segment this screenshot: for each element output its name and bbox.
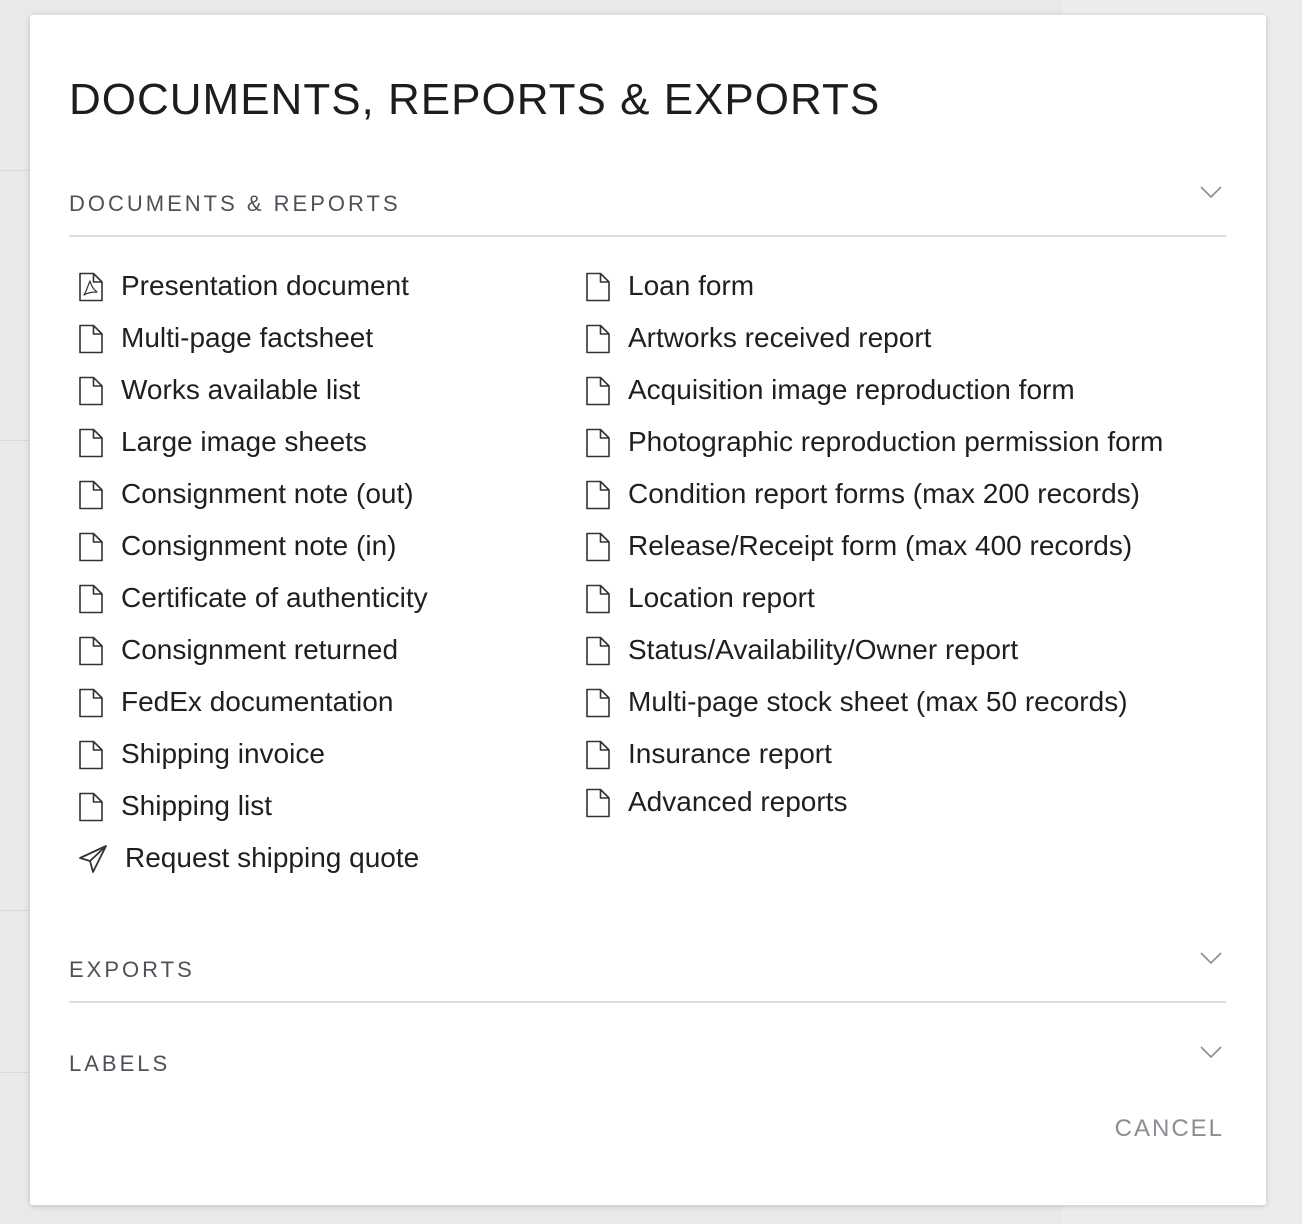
documents-reports-exports-dialog: DOCUMENTS, REPORTS & EXPORTS DOCUMENTS &… [30,15,1266,1205]
section-label-labels: LABELS [69,1051,171,1076]
document-item[interactable]: FedEx documentation [78,685,428,737]
file-icon [78,792,104,822]
file-icon [78,532,104,562]
background-divider [0,1072,30,1073]
file-icon [585,740,611,770]
documents-column-right: Loan form Artworks received report Acquisi… [585,269,1163,833]
document-item[interactable]: Photographic reproduction permission for… [585,425,1163,477]
document-item[interactable]: Insurance report [585,737,1163,785]
file-icon [585,584,611,614]
document-item[interactable]: Location report [585,581,1163,633]
document-item-label: Consignment returned [121,634,399,665]
file-icon [585,272,611,302]
document-item[interactable]: Shipping invoice [78,737,428,789]
section-label-documents-reports: DOCUMENTS & REPORTS [69,191,401,216]
document-item[interactable]: Artworks received report [585,321,1163,373]
document-item-label: Artworks received report [628,322,932,353]
document-item[interactable]: Certificate of authenticity [78,581,428,633]
document-item-label: Certificate of authenticity [121,582,428,613]
file-icon [585,376,611,406]
dialog-title: DOCUMENTS, REPORTS & EXPORTS [69,75,881,124]
section-header-exports[interactable]: EXPORTS [69,941,1226,1003]
background-divider [0,170,30,171]
document-item[interactable]: Presentation document [78,269,428,321]
document-item-label: Multi-page factsheet [121,322,374,353]
chevron-down-icon [1200,1046,1222,1059]
pdf-file-icon [78,272,104,302]
chevron-down-icon [1200,186,1222,199]
document-item[interactable]: Consignment note (in) [78,529,428,581]
document-item-label: Condition report forms (max 200 records) [628,478,1140,509]
document-item-label: Request shipping quote [125,842,420,873]
file-icon [78,688,104,718]
document-item-label: Advanced reports [628,786,848,817]
document-item-label: Location report [628,582,815,613]
document-item-label: Presentation document [121,270,409,301]
chevron-down-icon [1200,952,1222,965]
document-item[interactable]: Multi-page stock sheet (max 50 records) [585,685,1163,737]
file-icon [585,688,611,718]
document-item-label: Shipping list [121,790,272,821]
document-item[interactable]: Multi-page factsheet [78,321,428,373]
file-icon [78,636,104,666]
background-divider [0,910,30,911]
file-icon [585,428,611,458]
document-item-label: Insurance report [628,738,832,769]
document-item-label: Acquisition image reproduction form [628,374,1075,405]
document-item-label: Consignment note (out) [121,478,414,509]
section-label-exports: EXPORTS [69,957,195,982]
document-item[interactable]: Request shipping quote [78,841,428,893]
document-item[interactable]: Advanced reports [585,785,1163,833]
document-item[interactable]: Acquisition image reproduction form [585,373,1163,425]
section-header-labels[interactable]: LABELS [69,1035,1226,1095]
section-header-documents-reports[interactable]: DOCUMENTS & REPORTS [69,175,1226,237]
document-item[interactable]: Large image sheets [78,425,428,477]
document-item-label: Consignment note (in) [121,530,397,561]
file-icon [78,324,104,354]
file-icon [78,428,104,458]
paper-plane-icon [78,844,108,874]
document-item[interactable]: Release/Receipt form (max 400 records) [585,529,1163,581]
file-icon [585,636,611,666]
file-icon [78,740,104,770]
document-item-label: Large image sheets [121,426,367,457]
document-item-label: FedEx documentation [121,686,394,717]
file-icon [78,584,104,614]
file-icon [78,376,104,406]
document-item-label: Release/Receipt form (max 400 records) [628,530,1133,561]
file-icon [585,788,611,818]
file-icon [585,480,611,510]
document-item[interactable]: Consignment returned [78,633,428,685]
file-icon [78,480,104,510]
document-item[interactable]: Shipping list [78,789,428,841]
document-item[interactable]: Works available list [78,373,428,425]
document-item[interactable]: Loan form [585,269,1163,321]
document-item[interactable]: Status/Availability/Owner report [585,633,1163,685]
documents-column-left: Presentation document Multi-page factshee… [78,269,428,893]
cancel-button[interactable]: CANCEL [1115,1115,1224,1143]
document-item-label: Shipping invoice [121,738,325,769]
document-item-label: Status/Availability/Owner report [628,634,1019,665]
document-item-label: Photographic reproduction permission for… [628,426,1164,457]
background-divider [0,440,30,441]
document-item[interactable]: Consignment note (out) [78,477,428,529]
document-item-label: Multi-page stock sheet (max 50 records) [628,686,1128,717]
file-icon [585,324,611,354]
document-item-label: Loan form [628,270,755,301]
document-item[interactable]: Condition report forms (max 200 records) [585,477,1163,529]
file-icon [585,532,611,562]
document-item-label: Works available list [121,374,361,405]
